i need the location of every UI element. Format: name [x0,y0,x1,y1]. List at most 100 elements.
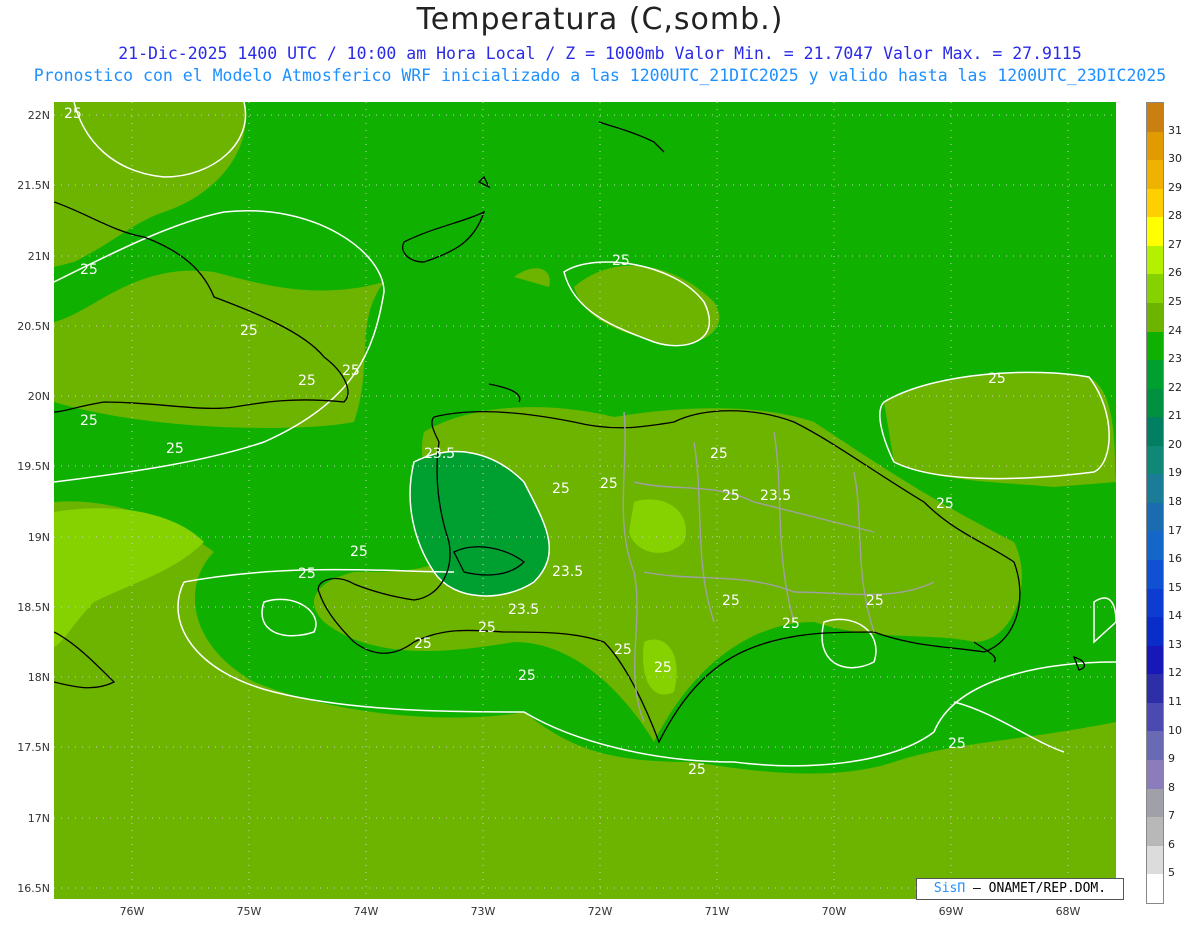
contour-label: 25 [64,106,82,122]
colorbar-swatch [1147,360,1163,389]
contour-label: 25 [342,363,360,379]
lat-label: 19.5N [17,460,50,473]
lat-label: 17N [27,812,50,825]
contour-label: 25 [688,762,706,778]
colorbar-label: 11 [1168,695,1182,708]
colorbar-swatch [1147,245,1163,275]
contour-label: 25 [298,566,316,582]
colorbar-label: 22 [1168,380,1182,394]
lon-label: 75W [236,905,262,918]
colorbar-swatch [1147,674,1163,703]
contour-label: 23.5 [552,564,583,580]
temp-band-25 [884,372,1116,487]
colorbar-swatch [1147,302,1163,332]
lon-label: 72W [587,905,613,918]
forecast-time-line: 21-Dic-2025 1400 UTC / 10:00 am Hora Loc… [118,44,1082,63]
colorbar-label: 13 [1168,637,1182,651]
colorbar-swatch [1147,103,1163,132]
credit-sis: SisΠ [933,881,966,896]
colorbar-label: 16 [1168,552,1182,566]
contour-label: 25 [936,496,954,512]
colorbar-label: 12 [1168,666,1182,680]
contour-label: 25 [654,660,672,676]
contour-label: 23.5 [508,602,539,618]
colorbar-swatch [1147,160,1163,189]
colorbar-label: 8 [1168,780,1175,794]
lat-label: 19N [27,531,50,544]
lat-label: 18.5N [17,601,50,614]
lon-label: 76W [119,905,145,918]
colorbar-swatch [1147,531,1163,560]
contour-label: 25 [518,668,536,684]
map-title: Temperatura (C,somb.) [416,2,784,37]
contour-label: 25 [948,736,966,752]
contour-label: 25 [722,593,740,609]
contour-label: 25 [614,642,632,658]
colorbar-label: 17 [1168,523,1182,537]
contour-label: 25 [722,488,740,504]
colorbar-label: 25 [1168,295,1182,308]
colorbar-swatch [1147,274,1163,303]
contour-label: 25 [80,413,98,429]
contour-label: 25 [600,476,618,492]
contour-label: 25 [350,544,368,560]
colorbar-label: 28 [1168,209,1182,223]
lat-label: 20.5N [17,320,50,333]
lon-label: 69W [938,905,964,918]
lat-label: 18N [27,671,50,684]
temperature-map[interactable]: 25 25 25 25 25 25 25 25 25 23.5 25 25 25… [54,102,1116,899]
colorbar-label: 24 [1168,323,1182,337]
contour-label: 23.5 [760,488,791,504]
colorbar-swatch [1147,131,1163,161]
contour-label: 25 [166,441,184,457]
colorbar-swatch [1147,617,1163,646]
colorbar-swatch [1147,331,1163,361]
colorbar-label: 6 [1168,837,1175,851]
colorbar-swatch [1147,759,1163,789]
colorbar-label: 21 [1168,409,1182,423]
lat-label: 17.5N [17,741,50,754]
contour-label: 25 [298,373,316,389]
colorbar-label: 10 [1168,723,1182,737]
contour-label: 25 [240,323,258,339]
lat-label: 20N [27,390,50,403]
lat-label: 21.5N [17,179,50,192]
contour-label: 25 [552,481,570,497]
colorbar-label: 29 [1168,180,1182,194]
colorbar-swatch [1147,731,1163,760]
contour-label: 25 [782,616,800,632]
contour-label: 23.5 [424,446,455,462]
colorbar-swatch [1147,788,1163,818]
contour-label: 25 [414,636,432,652]
colorbar-swatch [1147,217,1163,246]
contour-label: 25 [478,620,496,636]
colorbar-label: 30 [1168,152,1182,166]
colorbar-label: 26 [1168,266,1182,280]
contour-label: 25 [866,593,884,609]
colorbar-swatch [1147,445,1163,475]
colorbar-swatch [1147,560,1163,589]
colorbar-label: 31 [1168,123,1182,137]
colorbar-swatch [1147,502,1163,532]
colorbar-swatch [1147,474,1163,503]
colorbar-label: 23 [1168,352,1182,366]
colorbar-label: 9 [1168,752,1175,766]
colorbar-label: 7 [1168,809,1175,823]
colorbar-label: 20 [1168,437,1182,451]
map-svg: 25 25 25 25 25 25 25 25 25 23.5 25 25 25… [54,102,1116,899]
lon-label: 70W [821,905,847,918]
credit-org: – ONAMET/REP.DOM. [965,881,1107,896]
lon-label: 73W [470,905,496,918]
lat-label: 22N [27,109,50,122]
colorbar-swatch [1147,817,1163,846]
colorbar-label: 5 [1168,866,1175,880]
colorbar-label: 27 [1168,237,1182,251]
lon-label: 68W [1055,905,1081,918]
contour-label: 25 [80,262,98,278]
colorbar-label: 18 [1168,495,1182,508]
lat-label: 21N [27,250,50,263]
credit-box: SisΠ – ONAMET/REP.DOM. [916,878,1124,900]
lat-label: 16.5N [17,882,50,895]
colorbar-label: 19 [1168,466,1182,480]
colorbar-swatch [1147,388,1163,418]
